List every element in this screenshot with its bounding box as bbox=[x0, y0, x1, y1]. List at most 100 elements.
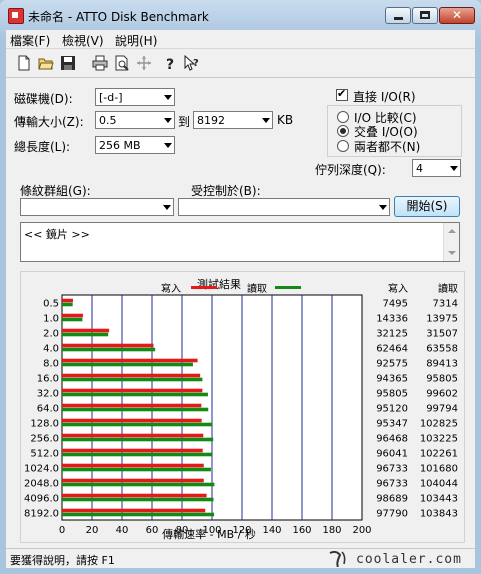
x-tick-label: 180 bbox=[322, 525, 341, 536]
window-title: 未命名 - ATTO Disk Benchmark bbox=[28, 10, 209, 24]
write-bar bbox=[62, 433, 204, 438]
print-preview-icon[interactable] bbox=[114, 55, 130, 71]
table-cell: 102825 bbox=[420, 419, 458, 430]
write-bar bbox=[62, 358, 198, 363]
y-tick-label: 512.0 bbox=[30, 449, 59, 460]
menu-view[interactable]: 檢視(V) bbox=[62, 32, 104, 49]
title-bar: 未命名 - ATTO Disk Benchmark ✕ bbox=[0, 0, 481, 30]
read-bar bbox=[62, 512, 215, 517]
app-icon[interactable] bbox=[8, 8, 24, 24]
chevron-down-icon bbox=[262, 118, 270, 123]
read-bar bbox=[62, 467, 211, 472]
write-bar bbox=[62, 373, 201, 378]
transfer-from-value: 0.5 bbox=[99, 114, 117, 127]
read-bar bbox=[62, 317, 83, 322]
chevron-down-icon bbox=[164, 118, 172, 123]
close-button[interactable]: ✕ bbox=[439, 7, 475, 24]
chevron-down-icon bbox=[163, 205, 171, 210]
scroll-down-icon[interactable] bbox=[448, 251, 456, 255]
write-bar bbox=[62, 493, 207, 498]
save-icon[interactable] bbox=[60, 55, 76, 71]
minimize-icon bbox=[394, 17, 403, 20]
total-length-select[interactable]: 256 MB bbox=[95, 136, 175, 154]
write-bar bbox=[62, 403, 202, 408]
start-button[interactable]: 開始(S) bbox=[394, 196, 460, 217]
status-bar: 要獲得說明，請按 F1 coolaler.com bbox=[6, 548, 475, 568]
help-icon[interactable]: ? bbox=[162, 55, 178, 71]
read-bar bbox=[62, 332, 109, 337]
drive-select[interactable]: [-d-] bbox=[95, 88, 175, 106]
chevron-down-icon bbox=[379, 205, 387, 210]
table-cell: 63558 bbox=[426, 344, 458, 355]
app-window: 未命名 - ATTO Disk Benchmark ✕ 檔案(F) 檢視(V) … bbox=[0, 0, 481, 574]
direct-io-checkbox[interactable]: ✔ bbox=[336, 87, 348, 101]
table-cell: 95805 bbox=[376, 389, 408, 400]
y-tick-label: 1.0 bbox=[43, 314, 59, 325]
write-bar bbox=[62, 313, 83, 318]
x-tick-label: 0 bbox=[59, 525, 65, 536]
x-tick-label: 40 bbox=[116, 525, 129, 536]
y-tick-label: 128.0 bbox=[30, 419, 59, 430]
neither-radio[interactable] bbox=[337, 140, 349, 152]
legend-swatch bbox=[275, 286, 301, 289]
menu-file[interactable]: 檔案(F) bbox=[10, 32, 50, 49]
write-bar bbox=[62, 478, 204, 483]
move-icon[interactable] bbox=[136, 55, 152, 71]
chevron-down-icon bbox=[450, 166, 458, 171]
table-header: 讀取 bbox=[438, 282, 458, 295]
x-axis-title: 傳輸速率 - MB / 秒 bbox=[162, 527, 256, 541]
table-cell: 99602 bbox=[426, 389, 458, 400]
new-file-icon[interactable] bbox=[16, 55, 32, 71]
table-cell: 101680 bbox=[420, 464, 458, 475]
table-cell: 96733 bbox=[376, 479, 408, 490]
scroll-up-icon[interactable] bbox=[448, 229, 456, 233]
table-cell: 31507 bbox=[426, 329, 458, 340]
table-cell: 95805 bbox=[426, 374, 458, 385]
notes-text: << 鏡片 >> bbox=[24, 228, 90, 241]
status-text: 要獲得說明，請按 F1 bbox=[10, 554, 115, 567]
y-tick-label: 4096.0 bbox=[24, 494, 59, 505]
menu-help[interactable]: 說明(H) bbox=[115, 32, 157, 49]
minimize-button[interactable] bbox=[385, 7, 411, 24]
read-bar bbox=[62, 497, 214, 502]
read-bar bbox=[62, 362, 193, 367]
y-tick-label: 2.0 bbox=[43, 329, 59, 340]
table-cell: 7495 bbox=[383, 299, 408, 310]
print-icon[interactable] bbox=[92, 55, 108, 71]
maximize-button[interactable] bbox=[412, 7, 438, 24]
table-cell: 103443 bbox=[420, 494, 458, 505]
notes-textarea[interactable]: << 鏡片 >> bbox=[20, 222, 460, 262]
table-cell: 7314 bbox=[433, 299, 458, 310]
table-cell: 13975 bbox=[426, 314, 458, 325]
y-tick-label: 64.0 bbox=[37, 404, 59, 415]
read-bar bbox=[62, 422, 213, 427]
write-bar bbox=[62, 418, 202, 423]
table-cell: 32125 bbox=[376, 329, 408, 340]
x-tick-label: 160 bbox=[292, 525, 311, 536]
table-cell: 98689 bbox=[376, 494, 408, 505]
menu-bar: 檔案(F) 檢視(V) 說明(H) bbox=[6, 30, 475, 48]
y-tick-label: 1024.0 bbox=[24, 464, 59, 475]
x-tick-label: 20 bbox=[86, 525, 99, 536]
transfer-to-value: 8192 bbox=[197, 114, 225, 127]
x-tick-label: 140 bbox=[262, 525, 281, 536]
pattern-group-select[interactable] bbox=[20, 198, 174, 216]
context-help-icon[interactable]: ? bbox=[184, 55, 200, 71]
table-cell: 89413 bbox=[426, 359, 458, 370]
close-icon: ✕ bbox=[451, 8, 463, 22]
open-folder-icon[interactable] bbox=[38, 55, 54, 71]
overlap-io-radio[interactable] bbox=[337, 125, 349, 137]
legend-label: 讀取 bbox=[247, 282, 267, 295]
table-header: 寫入 bbox=[388, 282, 408, 295]
table-cell: 95347 bbox=[376, 419, 408, 430]
queue-depth-select[interactable]: 4 bbox=[412, 159, 461, 177]
y-tick-label: 256.0 bbox=[30, 434, 59, 445]
transfer-from-select[interactable]: 0.5 bbox=[95, 111, 175, 129]
y-tick-label: 8.0 bbox=[43, 359, 59, 370]
notes-scrollbar[interactable] bbox=[443, 223, 459, 261]
controlled-by-select[interactable] bbox=[178, 198, 390, 216]
transfer-to-select[interactable]: 8192 bbox=[193, 111, 273, 129]
read-bar bbox=[62, 452, 212, 457]
io-compare-radio[interactable] bbox=[337, 111, 349, 123]
queue-depth-label: 佇列深度(Q): bbox=[315, 163, 386, 177]
